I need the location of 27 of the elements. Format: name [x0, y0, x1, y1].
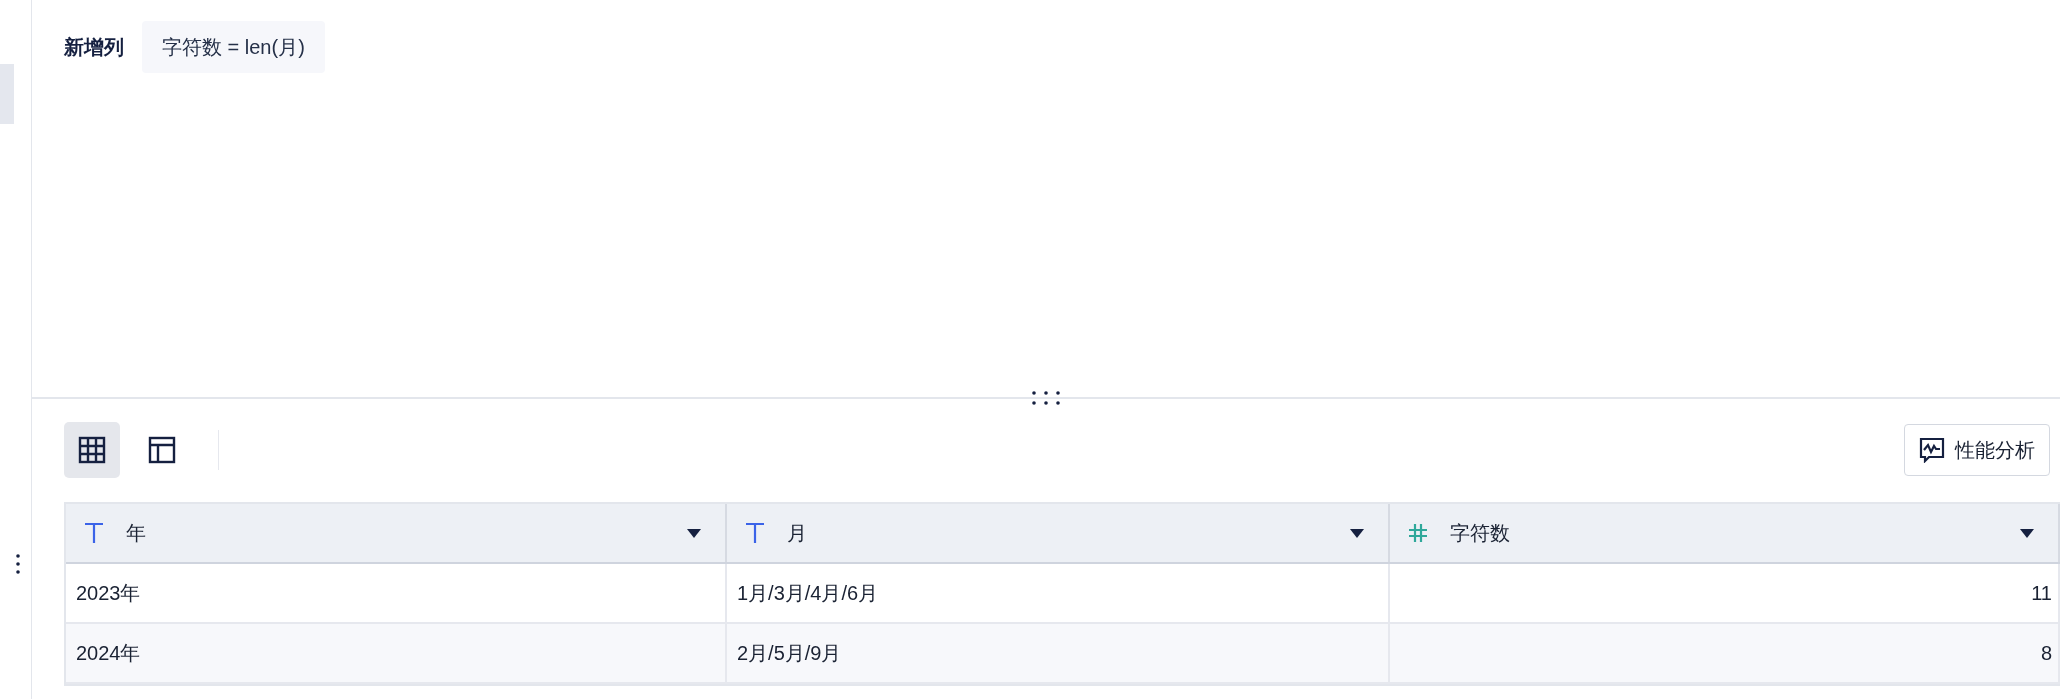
- column-title: 月: [787, 520, 808, 546]
- column-header[interactable]: 字符数: [1390, 504, 2060, 562]
- dropdown-caret-icon[interactable]: [1350, 528, 1364, 538]
- table-cell: 1月/3月/4月/6月: [727, 564, 1390, 622]
- column-header[interactable]: 月: [727, 504, 1390, 562]
- table-cell: 8: [1390, 624, 2060, 682]
- table-cell: 2月/5月/9月: [727, 624, 1390, 682]
- grid-icon: [78, 436, 106, 464]
- column-title: 字符数: [1450, 520, 1511, 546]
- resize-handle-icon[interactable]: [1032, 391, 1060, 405]
- view-toggle-button[interactable]: [64, 422, 120, 478]
- formula-chip[interactable]: 字符数 = len(月): [142, 21, 325, 73]
- drag-handle-icon[interactable]: [16, 554, 20, 574]
- column-title: 年: [126, 520, 147, 546]
- hash-icon: [1408, 523, 1428, 543]
- table-cell: 11: [1390, 564, 2060, 622]
- dropdown-caret-icon[interactable]: [687, 528, 701, 538]
- dropdown-caret-icon[interactable]: [2020, 528, 2034, 538]
- table-cell: 2024年: [66, 624, 727, 682]
- new-column-label: 新增列: [64, 35, 124, 60]
- performance-analysis-button[interactable]: 性能分析: [1904, 424, 2050, 476]
- table-cell: 2023年: [66, 564, 727, 622]
- layout-icon: [148, 436, 176, 464]
- text-type-icon: [745, 522, 765, 544]
- column-header[interactable]: 年: [66, 504, 727, 562]
- chart-icon: [1919, 437, 1945, 463]
- text-type-icon: [84, 522, 104, 544]
